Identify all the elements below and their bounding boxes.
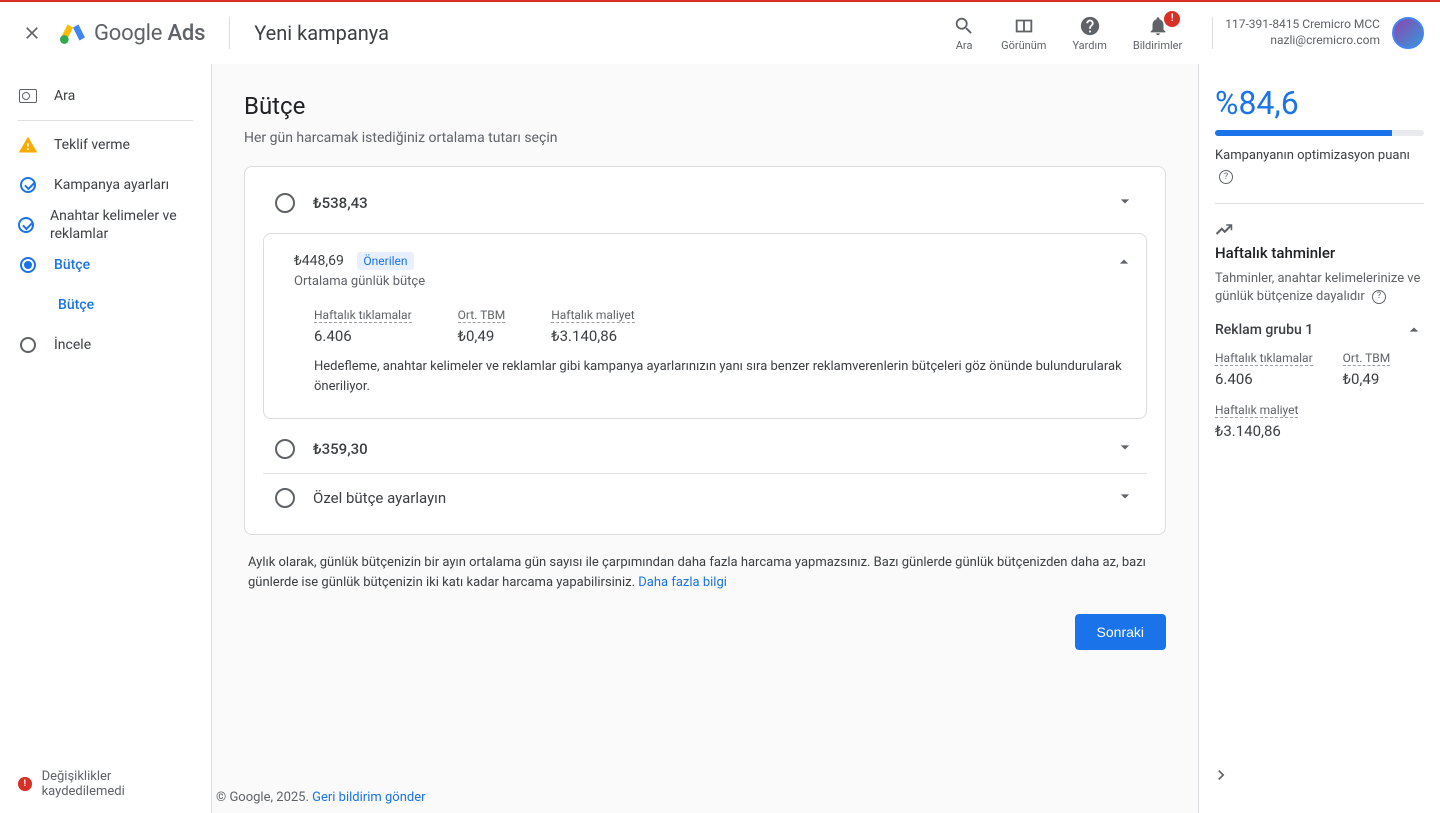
help-icon <box>1079 15 1101 37</box>
heading: Bütçe <box>244 92 1166 120</box>
account-block[interactable]: 117-391-8415 Cremicro MCC nazli@cremicro… <box>1212 17 1424 49</box>
help-icon[interactable]: ? <box>1219 170 1233 184</box>
sidebar-item-keywords-ads[interactable]: Anahtar kelimeler ve reklamlar <box>0 205 211 245</box>
metric-clicks: Haftalık tıklamalar 6.406 <box>314 307 412 345</box>
sidebar-item-review[interactable]: İncele <box>0 325 211 365</box>
sidebar-item-search[interactable]: Ara <box>0 76 211 116</box>
top-bar: Google Ads Yeni kampanya Ara Görünüm Yar… <box>0 0 1440 64</box>
check-circle-icon <box>18 215 34 235</box>
appearance-icon <box>1013 15 1035 37</box>
chevron-down-icon <box>1115 486 1135 510</box>
chevron-down-icon <box>1115 191 1135 215</box>
chevron-down-icon <box>1115 437 1135 461</box>
budget-option-1[interactable]: ₺538,43 <box>245 179 1165 227</box>
warning-icon <box>18 135 38 155</box>
divider <box>229 17 230 49</box>
learn-more-link[interactable]: Daha fazla bilgi <box>638 575 727 590</box>
close-icon[interactable] <box>20 21 44 45</box>
subtitle: Her gün harcamak istediğiniz ortalama tu… <box>244 130 1166 146</box>
logo-text: Google Ads <box>94 21 205 46</box>
right-panel: %84,6 Kampanyanın optimizasyon puanı ? H… <box>1198 64 1440 813</box>
sidebar-item-campaign-settings[interactable]: Kampanya ayarları <box>0 165 211 205</box>
ads-logo-icon <box>60 20 86 46</box>
score-progress <box>1215 130 1424 136</box>
divider <box>18 120 193 121</box>
main-content: Bütçe Her gün harcamak istediğiniz ortal… <box>212 64 1198 813</box>
page-footer: © Google, 2025. Geri bildirim gönder <box>212 790 426 805</box>
option-description: Hedefleme, anahtar kelimeler ve reklamla… <box>314 357 1134 396</box>
budget-option-2-selected[interactable]: ₺448,69 Önerilen Ortalama günlük bütçe H… <box>263 233 1147 419</box>
radio-icon <box>275 488 295 508</box>
radio-empty-icon <box>18 335 38 355</box>
feedback-link[interactable]: Geri bildirim gönder <box>312 790 425 805</box>
account-email: nazli@cremicro.com <box>1225 33 1380 49</box>
page-title: Yeni kampanya <box>254 21 937 45</box>
radio-icon <box>275 193 295 213</box>
metric-cpc: Ort. TBM ₺0,49 <box>458 307 506 345</box>
sidebar-item-budget[interactable]: Bütçe <box>0 245 211 285</box>
score-label: Kampanyanın optimizasyon puanı <box>1215 148 1424 163</box>
right-metric-cost: Haftalık maliyet ₺3.140,86 <box>1215 402 1298 440</box>
search-frame-icon <box>18 86 38 106</box>
notifications-action[interactable]: Bildirimler <box>1133 15 1182 52</box>
sidebar-item-budget-sub[interactable]: Bütçe <box>0 285 211 325</box>
collapse-panel-icon[interactable] <box>1211 765 1231 789</box>
unsaved-changes: Değişiklikler kaydedilemedi <box>0 755 211 813</box>
sidebar: Ara Teklif verme Kampanya ayarları Anaht… <box>0 64 212 813</box>
estimates-subtitle: Tahminler, anahtar kelimelerinize ve gün… <box>1215 270 1424 306</box>
chevron-up-icon <box>1404 320 1424 340</box>
check-circle-icon <box>18 175 38 195</box>
budget-card: ₺538,43 ₺448,69 Önerilen Ortalama günlük… <box>244 166 1166 535</box>
google-ads-logo: Google Ads <box>60 20 205 46</box>
budget-option-3[interactable]: ₺359,30 <box>245 425 1165 473</box>
radio-icon <box>275 439 295 459</box>
sidebar-item-bidding[interactable]: Teklif verme <box>0 125 211 165</box>
optimization-score: %84,6 <box>1215 84 1424 122</box>
next-button[interactable]: Sonraki <box>1075 614 1166 650</box>
avatar[interactable] <box>1392 17 1424 49</box>
radio-filled-icon <box>18 255 38 275</box>
search-icon <box>953 15 975 37</box>
metric-cost: Haftalık maliyet ₺3.140,86 <box>551 307 634 345</box>
help-icon[interactable]: ? <box>1372 290 1386 304</box>
error-dot-icon <box>18 777 32 791</box>
right-metric-cpc: Ort. TBM ₺0,49 <box>1343 350 1423 388</box>
adgroup-toggle[interactable]: Reklam grubu 1 <box>1215 320 1424 340</box>
notification-badge-icon <box>1164 11 1180 27</box>
chevron-up-icon <box>1114 252 1134 276</box>
account-id: 117-391-8415 Cremicro MCC <box>1225 17 1380 33</box>
search-action[interactable]: Ara <box>953 15 975 52</box>
appearance-action[interactable]: Görünüm <box>1001 15 1046 52</box>
estimates-heading <box>1215 222 1424 240</box>
help-action[interactable]: Yardım <box>1072 15 1106 52</box>
budget-option-custom[interactable]: Özel bütçe ayarlayın <box>245 474 1165 522</box>
right-metric-clicks: Haftalık tıklamalar 6.406 <box>1215 350 1313 388</box>
trend-icon <box>1215 222 1233 240</box>
recommended-badge: Önerilen <box>357 252 413 270</box>
budget-footnote: Aylık olarak, günlük bütçenizin bir ayın… <box>244 553 1166 592</box>
